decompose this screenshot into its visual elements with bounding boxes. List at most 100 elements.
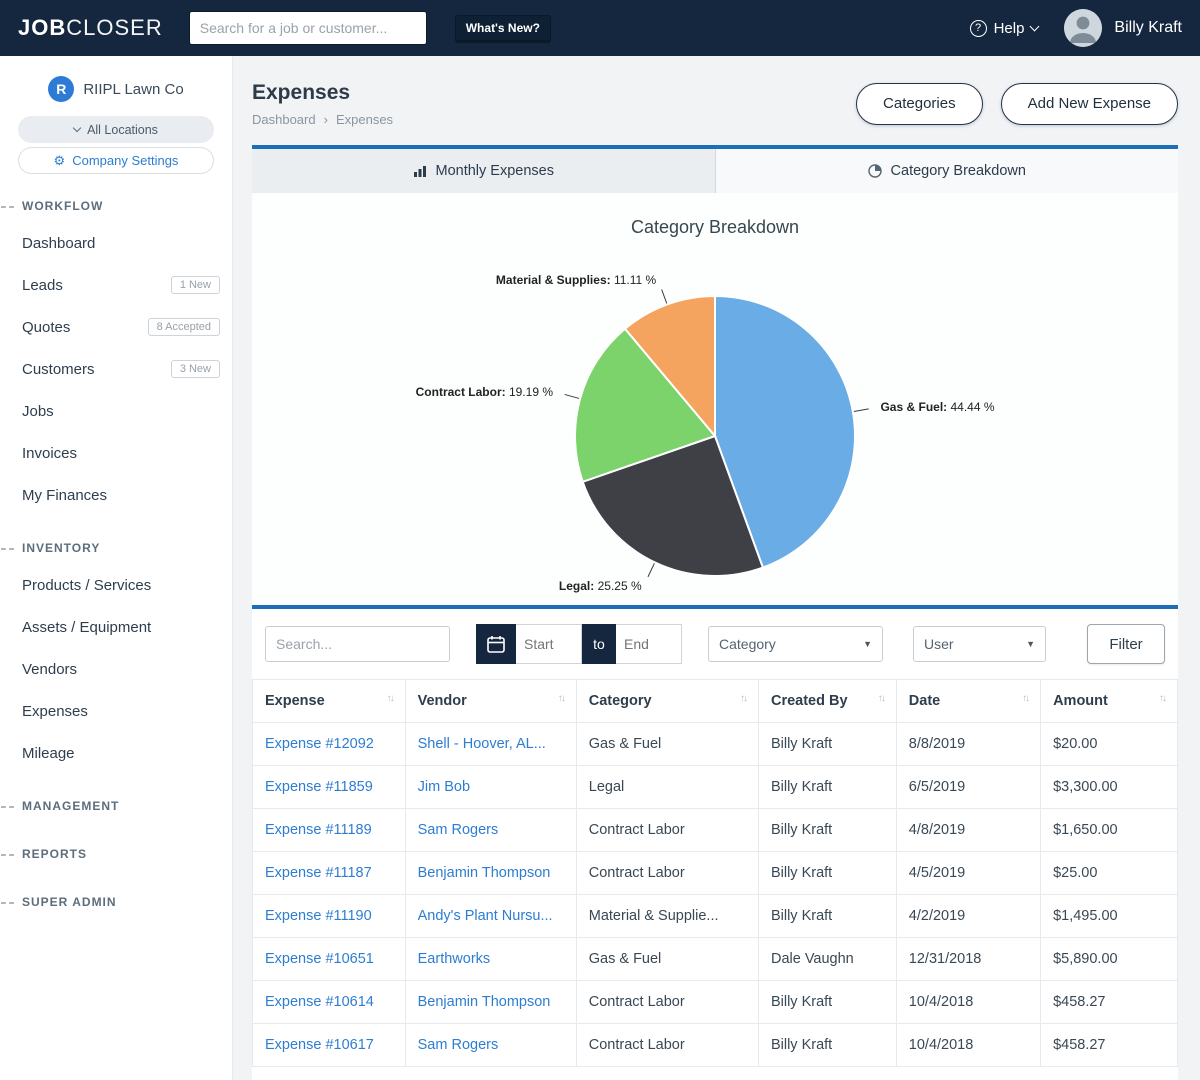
category-select[interactable]: Category ▼ [708,626,883,662]
cell-expense[interactable]: Expense #11859 [253,766,406,809]
sidebar-item-label: Leads [22,277,63,294]
caret-down-icon: ▼ [863,639,872,649]
sort-icon[interactable]: ↑↓ [387,693,393,704]
cell-expense[interactable]: Expense #12092 [253,723,406,766]
cell-expense[interactable]: Expense #10614 [253,981,406,1024]
sidebar-item-dashboard[interactable]: Dashboard [0,222,232,264]
locations-label: All Locations [87,123,158,137]
sort-icon[interactable]: ↑↓ [878,693,884,704]
pie-chart: Gas & Fuel: 44.44 %Legal: 25.25 %Contrac… [252,245,1178,605]
filter-button[interactable]: Filter [1087,624,1165,664]
all-locations-dropdown[interactable]: All Locations [18,116,214,143]
cell-vendor[interactable]: Earthworks [405,938,576,981]
help-menu[interactable]: ? Help [970,20,1039,37]
chevron-down-icon [1030,21,1040,31]
column-label: Created By [771,693,848,709]
top-navbar: JOBCLOSER What's New? ? Help Billy Kraft [0,0,1200,56]
cell-expense[interactable]: Expense #11189 [253,809,406,852]
cell-category: Gas & Fuel [576,938,758,981]
user-name[interactable]: Billy Kraft [1114,19,1182,37]
start-date-input[interactable] [516,624,582,664]
page-header: Expenses Dashboard › Expenses Categories… [252,56,1178,145]
cell-date: 8/8/2019 [896,723,1040,766]
sidebar-item-label: Jobs [22,403,54,420]
sort-icon[interactable]: ↑↓ [740,693,746,704]
company-row[interactable]: R RIIPL Lawn Co [0,70,232,112]
cell-vendor[interactable]: Benjamin Thompson [405,981,576,1024]
column-header-date[interactable]: Date↑↓ [896,680,1040,723]
sort-icon[interactable]: ↑↓ [1159,693,1165,704]
column-header-expense[interactable]: Expense ↑↓ [253,680,406,723]
cell-vendor[interactable]: Sam Rogers [405,1024,576,1067]
avatar[interactable] [1064,9,1102,47]
sort-icon[interactable]: ↑↓ [1022,693,1028,704]
sidebar-item-expenses[interactable]: Expenses [0,690,232,732]
tab-category-breakdown[interactable]: Category Breakdown [715,149,1179,193]
sidebar-item-mileage[interactable]: Mileage [0,732,232,774]
date-to-label: to [582,624,616,664]
column-label: Category [589,693,652,709]
calendar-button[interactable] [476,624,516,664]
brand-logo[interactable]: JOBCLOSER [18,15,163,41]
cell-vendor[interactable]: Sam Rogers [405,809,576,852]
cell-amount: $458.27 [1041,981,1178,1024]
table-row: Expense #10617Sam RogersContract LaborBi… [253,1024,1178,1067]
sidebar-item-customers[interactable]: Customers3 New [0,348,232,390]
sidebar-item-leads[interactable]: Leads1 New [0,264,232,306]
cell-expense[interactable]: Expense #10651 [253,938,406,981]
settings-label: Company Settings [72,153,178,168]
expenses-table: Expense↑↓Vendor↑↓Category↑↓Created By↑↓D… [252,679,1178,1067]
cell-date: 4/2/2019 [896,895,1040,938]
table-search-input[interactable] [265,626,450,662]
sort-icon[interactable]: ↑↓ [558,693,564,704]
tab-monthly-expenses[interactable]: Monthly Expenses [252,149,715,193]
column-header-vendor[interactable]: Vendor↑↓ [405,680,576,723]
sidebar-item-quotes[interactable]: Quotes8 Accepted [0,306,232,348]
expenses-card: to Category ▼ User ▼ Filter Expense [252,609,1178,1080]
end-date-input[interactable] [616,624,682,664]
sidebar-item-my-finances[interactable]: My Finances [0,474,232,516]
sidebar-section-management: MANAGEMENT [0,790,232,822]
cell-category: Contract Labor [576,852,758,895]
cell-expense[interactable]: Expense #11190 [253,895,406,938]
sidebar-item-jobs[interactable]: Jobs [0,390,232,432]
cell-vendor[interactable]: Benjamin Thompson [405,852,576,895]
sidebar-item-vendors[interactable]: Vendors [0,648,232,690]
cell-expense[interactable]: Expense #11187 [253,852,406,895]
cell-vendor[interactable]: Shell - Hoover, AL... [405,723,576,766]
breadcrumb-separator: › [324,112,328,127]
table-row: Expense #10614Benjamin ThompsonContract … [253,981,1178,1024]
cell-amount: $20.00 [1041,723,1178,766]
column-header-amount[interactable]: Amount↑↓ [1041,680,1178,723]
sidebar-section-workflow: WORKFLOW [0,190,232,222]
column-header-category[interactable]: Category ↑↓ [576,680,758,723]
whats-new-button[interactable]: What's New? [455,15,551,41]
global-search-input[interactable] [189,11,427,45]
cell-date: 4/8/2019 [896,809,1040,852]
add-new-expense-button[interactable]: Add New Expense [1001,83,1178,125]
breadcrumb: Dashboard › Expenses [252,112,393,127]
tab-strip: Monthly ExpensesCategory Breakdown [252,145,1178,193]
cell-category: Contract Labor [576,981,758,1024]
column-header-created-by[interactable]: Created By ↑↓ [758,680,896,723]
cell-created-by: Billy Kraft [758,981,896,1024]
sidebar-item-products-services[interactable]: Products / Services [0,564,232,606]
help-label: Help [994,20,1025,37]
cell-date: 10/4/2018 [896,1024,1040,1067]
cell-vendor[interactable]: Andy's Plant Nursu... [405,895,576,938]
categories-button[interactable]: Categories [856,83,983,125]
cell-created-by: Billy Kraft [758,852,896,895]
cell-created-by: Billy Kraft [758,895,896,938]
pie-label-legal: Legal: 25.25 % [559,579,642,593]
cell-category: Gas & Fuel [576,723,758,766]
company-settings-button[interactable]: ⚙ Company Settings [18,147,214,174]
cell-vendor[interactable]: Jim Bob [405,766,576,809]
column-label: Expense [265,693,325,709]
sidebar-item-invoices[interactable]: Invoices [0,432,232,474]
breadcrumb-dashboard[interactable]: Dashboard [252,112,316,127]
user-select[interactable]: User ▼ [913,626,1046,662]
table-row: Expense #11190Andy's Plant Nursu...Mater… [253,895,1178,938]
sidebar-item-assets-equipment[interactable]: Assets / Equipment [0,606,232,648]
cell-expense[interactable]: Expense #10617 [253,1024,406,1067]
gear-icon: ⚙ [54,153,66,169]
